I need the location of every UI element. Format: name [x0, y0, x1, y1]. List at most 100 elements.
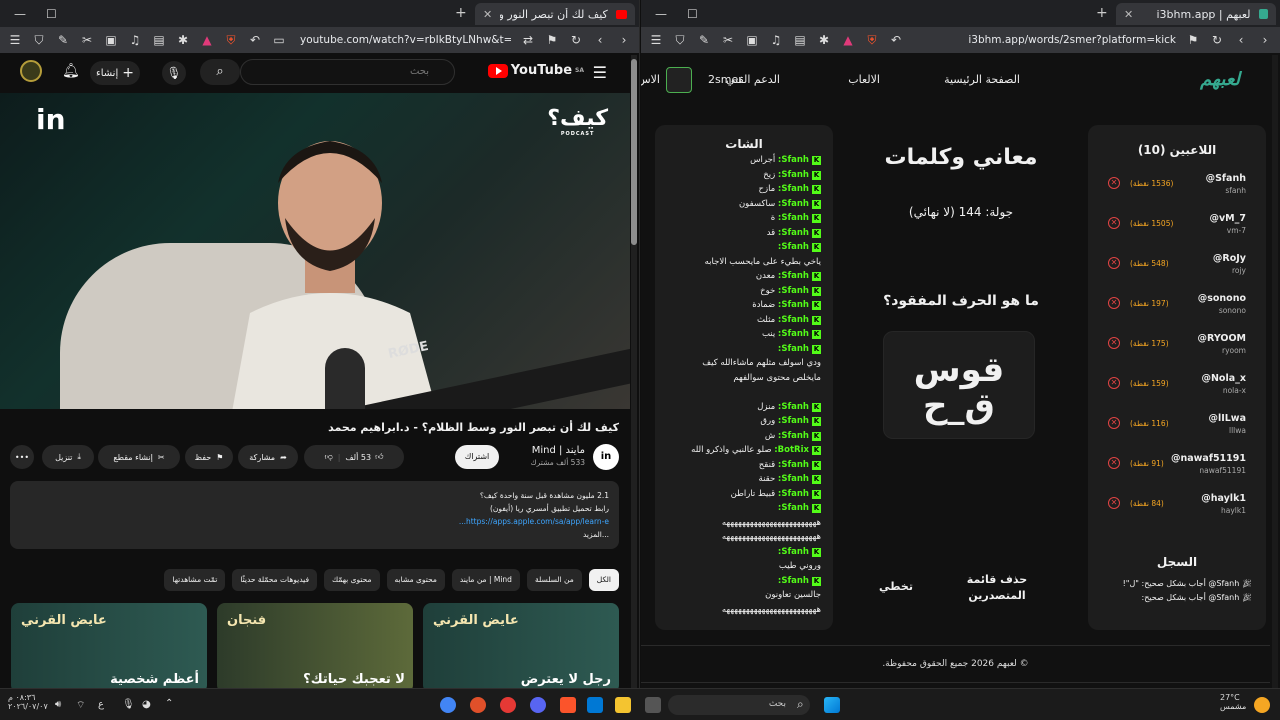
rewards-icon[interactable]: ▲ [841, 33, 855, 47]
hamburger-menu-icon[interactable]: ☰ [593, 63, 607, 82]
pin-icon[interactable]: ✎ [56, 33, 70, 47]
menu-icon[interactable]: ☰ [649, 33, 663, 47]
site-info-icon[interactable]: ▭ [272, 33, 286, 47]
reader-icon[interactable]: ▤ [152, 33, 166, 47]
brave-icon[interactable] [560, 697, 576, 713]
back-history-icon[interactable]: ↶ [248, 33, 262, 47]
address-bar[interactable]: youtube.com/watch?v=rbIkBtyLNhw&t=1... [296, 30, 511, 50]
download-button[interactable]: ⤓ تنزيل [42, 445, 94, 469]
volume-icon[interactable]: 🔊︎ [55, 699, 61, 710]
windows-start-icon[interactable] [824, 697, 840, 713]
username[interactable]: 2smer [708, 73, 743, 86]
create-button[interactable]: إنشاء + [90, 61, 140, 85]
app-icon[interactable] [470, 697, 486, 713]
clock[interactable]: ٠٨:٣٦ م ٢٠٢٦/٠٧/٠٧ [8, 693, 48, 711]
remove-player-icon[interactable]: ✕ [1108, 297, 1120, 309]
maximize-icon[interactable]: ☐ [687, 7, 698, 21]
music-icon[interactable]: ♫ [769, 33, 783, 47]
search-input[interactable]: بحث [240, 59, 455, 85]
sidebar-icon[interactable]: ▣ [745, 33, 759, 47]
dislike-button[interactable]: 👎︎ [325, 452, 333, 462]
tab-game[interactable]: لعبهم | i3bhm.app ✕ [1116, 3, 1276, 25]
sidebar-icon[interactable]: ▣ [104, 33, 118, 47]
chip-channel[interactable]: من مايند | Mind [451, 569, 520, 591]
new-tab-button[interactable]: + [455, 5, 467, 21]
page-scrollbar[interactable] [631, 55, 637, 688]
more-actions-button[interactable]: ••• [10, 445, 34, 469]
file-explorer-icon[interactable] [615, 697, 631, 713]
shield-icon[interactable]: ⛉ [32, 33, 46, 48]
subscribe-button[interactable]: اشتراك [455, 445, 499, 469]
minimize-icon[interactable]: — [14, 7, 26, 21]
show-more-link[interactable]: ...المزيد [20, 528, 609, 541]
site-logo[interactable]: لعبهم [1200, 69, 1240, 90]
remove-player-icon[interactable]: ✕ [1108, 337, 1120, 349]
chrome-icon[interactable] [440, 697, 456, 713]
description-link[interactable]: https://apps.apple.com/sa/app/learn-e... [459, 517, 609, 526]
chip-recent[interactable]: فيديوهات محمّلة حديثًا [232, 569, 318, 591]
remove-player-icon[interactable]: ✕ [1108, 417, 1120, 429]
bookmark-icon[interactable]: ⚑ [545, 33, 559, 47]
nav-home[interactable]: الصفحة الرئيسية [944, 73, 1020, 86]
related-video-thumbnail[interactable]: عايض القرني رجل لا يعترض [423, 603, 619, 688]
weather-widget[interactable]: 27°C مشمس [1220, 693, 1246, 711]
description-box[interactable]: 2.1 مليون مشاهدة قبل سنة واحدة كيف؟ رابط… [10, 481, 619, 549]
voice-search-icon[interactable]: 🎙︎ [162, 61, 186, 85]
remove-player-icon[interactable]: ✕ [1108, 497, 1120, 509]
brave-shield-icon[interactable]: ⛨ [224, 33, 238, 48]
remove-player-icon[interactable]: ✕ [1108, 377, 1120, 389]
store-icon[interactable] [587, 697, 603, 713]
search-button[interactable]: ⌕ [200, 59, 240, 85]
youtube-logo[interactable]: YouTube SA [487, 63, 584, 78]
extensions-icon[interactable]: ✱ [817, 33, 831, 47]
maximize-icon[interactable]: ☐ [46, 7, 57, 21]
input-language[interactable]: ع [98, 699, 104, 710]
user-avatar[interactable] [666, 67, 692, 93]
share-button[interactable]: ➦ مشاركة [238, 445, 298, 469]
back-history-icon[interactable]: ↶ [889, 33, 903, 47]
back-icon[interactable]: ‹ [593, 33, 607, 47]
shield-icon[interactable]: ⛉ [673, 33, 687, 48]
related-video-thumbnail[interactable]: عايض القرني أعظم شخصية [11, 603, 207, 688]
chip-watched[interactable]: تمّت مشاهدتها [164, 569, 226, 591]
microphone-tray-icon[interactable]: 🎙︎ [122, 699, 135, 710]
menu-icon[interactable]: ☰ [8, 33, 22, 47]
like-button[interactable]: 👍︎ 53 ألف [345, 452, 383, 462]
new-tab-button[interactable]: + [1096, 5, 1108, 21]
related-video-thumbnail[interactable]: فنجان لا تعجبك حياتك؟ [217, 603, 413, 688]
chip-similar[interactable]: محتوى مشابه [386, 569, 445, 591]
account-avatar[interactable] [20, 60, 42, 82]
remove-player-icon[interactable]: ✕ [1108, 177, 1120, 189]
clear-leaderboard-button[interactable]: حذف قائمة المتصدرين [957, 572, 1037, 604]
nav-more[interactable]: الاس [641, 73, 660, 86]
reload-icon[interactable]: ↻ [569, 33, 583, 47]
channel-avatar[interactable]: in [593, 444, 619, 470]
reader-icon[interactable]: ▤ [793, 33, 807, 47]
forward-icon[interactable]: › [1258, 33, 1272, 47]
remove-player-icon[interactable]: ✕ [1108, 217, 1120, 229]
skip-button[interactable]: تخطي [871, 580, 921, 593]
clip-button[interactable]: ✂ إنشاء مقطع [98, 445, 180, 469]
tray-app-icon[interactable]: ◕ [142, 699, 151, 710]
forward-icon[interactable]: › [617, 33, 631, 47]
screenshot-icon[interactable]: ✂ [80, 33, 94, 47]
close-tab-icon[interactable]: ✕ [483, 8, 492, 21]
pin-icon[interactable]: ✎ [697, 33, 711, 47]
back-icon[interactable]: ‹ [1234, 33, 1248, 47]
chip-for-you[interactable]: محتوى بهمّك [324, 569, 380, 591]
scrollbar-thumb[interactable] [631, 59, 637, 245]
task-view-icon[interactable] [645, 697, 661, 713]
taskbar-search[interactable]: بحث [668, 695, 810, 715]
wifi-icon[interactable]: ⌔ [76, 699, 85, 712]
remove-player-icon[interactable]: ✕ [1108, 457, 1120, 469]
remove-player-icon[interactable]: ✕ [1108, 257, 1120, 269]
bookmark-icon[interactable]: ⚑ [1186, 33, 1200, 47]
chip-all[interactable]: الكل [588, 569, 619, 591]
app-icon[interactable] [500, 697, 516, 713]
discord-icon[interactable] [530, 697, 546, 713]
close-tab-icon[interactable]: ✕ [1124, 8, 1133, 21]
notifications-bell-icon[interactable]: 🔔︎ [62, 63, 80, 79]
reload-icon[interactable]: ↻ [1210, 33, 1224, 47]
chip-series[interactable]: من السلسلة [526, 569, 582, 591]
rewards-icon[interactable]: ▲ [200, 33, 214, 47]
